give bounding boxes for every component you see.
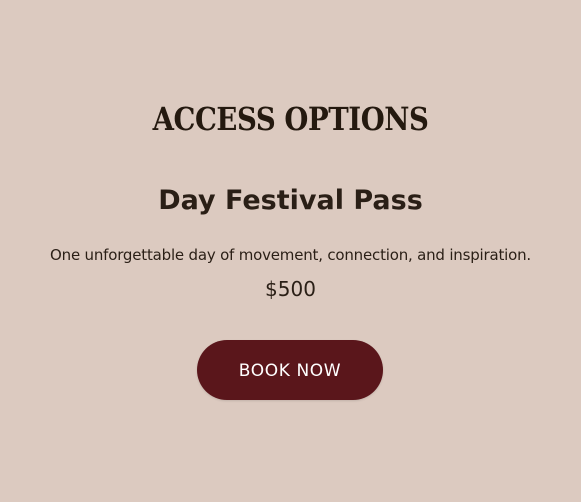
section-heading: ACCESS OPTIONS bbox=[152, 100, 429, 139]
pass-price: $500 bbox=[265, 277, 316, 301]
book-now-button[interactable]: BOOK NOW bbox=[197, 340, 383, 400]
pass-description: One unforgettable day of movement, conne… bbox=[50, 246, 531, 264]
pass-title: Day Festival Pass bbox=[158, 185, 423, 217]
